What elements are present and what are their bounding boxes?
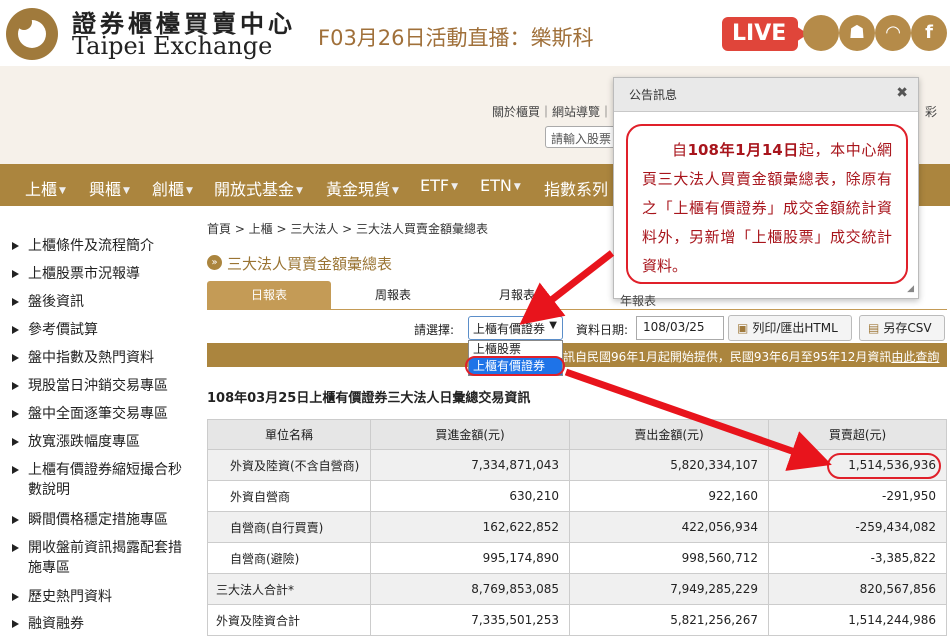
annotation-arrows xyxy=(519,250,832,471)
arrow-to-net-value xyxy=(564,368,832,471)
arrow-to-select xyxy=(519,250,615,325)
